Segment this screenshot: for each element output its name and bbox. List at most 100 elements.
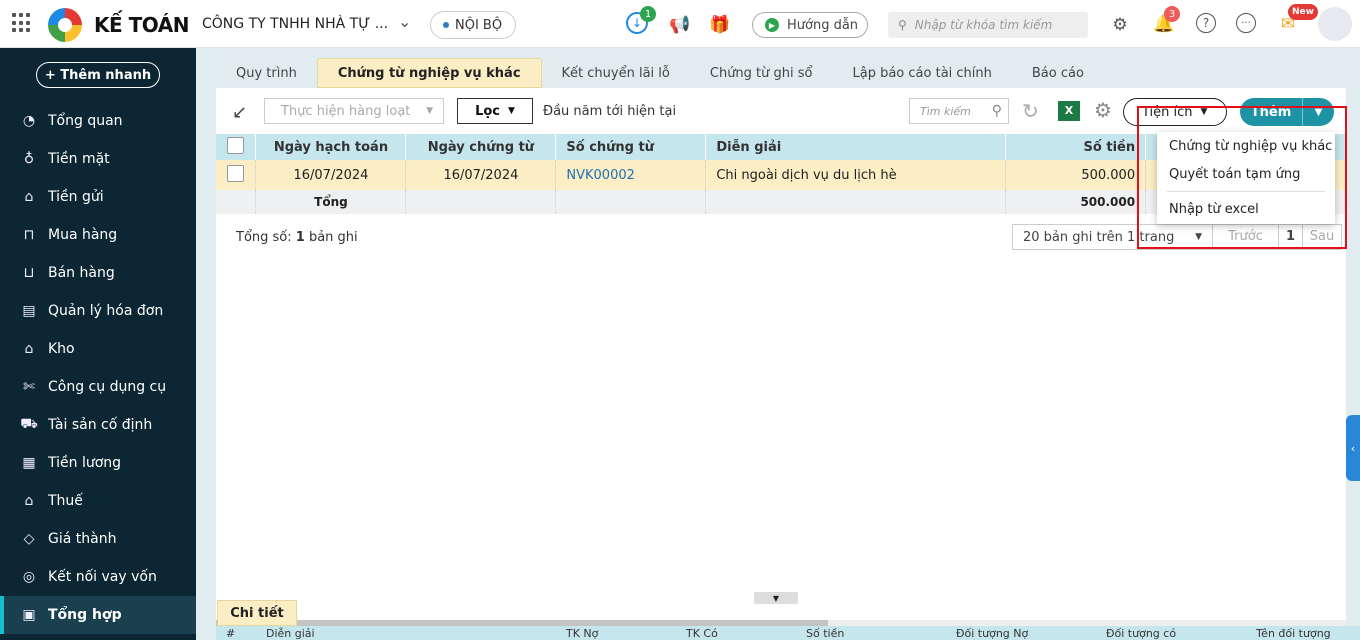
sidebar-item-10[interactable]: ⌂ Thuế xyxy=(0,482,196,520)
col-so-tien[interactable]: Số tiền xyxy=(1005,134,1147,160)
detail-col-6[interactable]: Đối tượng có xyxy=(1096,627,1246,640)
sidebar-item-label: Tài sản cố định xyxy=(48,417,153,433)
sidebar-item-label: Quản lý hóa đơn xyxy=(48,303,164,319)
tab-5[interactable]: Báo cáo xyxy=(1012,58,1104,88)
quick-add-button[interactable]: + Thêm nhanh xyxy=(36,62,160,88)
chevron-down-icon[interactable]: ⌄ xyxy=(398,12,411,31)
sidebar: + Thêm nhanh ◔ Tổng quan ♁ Tiền mặt ⌂ Tiền gử… xyxy=(0,48,196,640)
sidebar-item-label: Bán hàng xyxy=(48,265,115,281)
sidebar-item-label: Kho xyxy=(48,341,75,357)
detail-col-7[interactable]: Tên đối tượng xyxy=(1246,627,1356,640)
total-empty-cell xyxy=(216,190,257,214)
detail-table-header: # Diễn giải TK Nợ TK Có Số tiền Đối tượng Nợ Đ… xyxy=(216,626,1360,640)
dot-icon xyxy=(443,22,449,28)
detail-col-1[interactable]: Diễn giải xyxy=(256,627,556,640)
total-empty-cell xyxy=(555,190,707,214)
avatar[interactable] xyxy=(1318,7,1352,41)
excel-icon[interactable]: X xyxy=(1058,101,1080,121)
filter-button[interactable]: Lọc ▼ xyxy=(457,98,533,124)
refresh-icon[interactable]: ↻ xyxy=(1022,99,1039,123)
select-all-checkbox[interactable] xyxy=(227,136,245,154)
gear-icon[interactable]: ⚙ xyxy=(1108,13,1132,37)
col-ngay-chung-tu[interactable]: Ngày chứng từ xyxy=(405,134,557,160)
salary-icon: ▦ xyxy=(22,455,36,471)
scope-label: NỘI BỘ xyxy=(455,17,503,33)
detail-col-3[interactable]: TK Có xyxy=(676,627,796,640)
whats-new-button[interactable]: ✉ New xyxy=(1276,4,1318,36)
detail-col-2[interactable]: TK Nợ xyxy=(556,627,676,640)
cell-dien-giai: Chi ngoài dịch vụ du lịch hè xyxy=(705,160,1007,190)
guide-button[interactable]: ▶ Hướng dẫn xyxy=(752,12,868,38)
cell-ngay-chung-tu: 16/07/2024 xyxy=(405,160,557,190)
col-so-chung-tu[interactable]: Số chứng từ xyxy=(555,134,707,160)
top-bar: KẾ TOÁN CÔNG TY TNHH NHÀ TỰ ... ⌄ NỘI BỘ… xyxy=(0,0,1360,48)
sidebar-item-2[interactable]: ⌂ Tiền gửi xyxy=(0,178,196,216)
side-panel-toggle[interactable]: ‹ xyxy=(1346,415,1360,481)
sidebar-item-0[interactable]: ◔ Tổng quan xyxy=(0,102,196,140)
tab-2[interactable]: Kết chuyển lãi lỗ xyxy=(542,58,690,88)
sidebar-item-7[interactable]: ✄ Công cụ dụng cụ xyxy=(0,368,196,406)
total-empty-cell xyxy=(405,190,557,214)
sidebar-item-11[interactable]: ◇ Giá thành xyxy=(0,520,196,558)
col-dien-giai[interactable]: Diễn giải xyxy=(705,134,1007,160)
sidebar-item-3[interactable]: ⊓ Mua hàng xyxy=(0,216,196,254)
tab-4[interactable]: Lập báo cáo tài chính xyxy=(833,58,1012,88)
company-name[interactable]: CÔNG TY TNHH NHÀ TỰ ... xyxy=(202,16,388,32)
settings-icon[interactable]: ⚙ xyxy=(1094,98,1112,122)
total-value: 500.000 xyxy=(1005,190,1147,214)
notification-badge: 3 xyxy=(1164,6,1180,22)
shopping-bag-icon: ⊓ xyxy=(23,227,35,243)
detail-col-0[interactable]: # xyxy=(216,627,256,640)
record-count-suffix: bản ghi xyxy=(308,230,358,245)
module-tabs: Quy trình Chứng từ nghiệp vụ khác Kết chuy… xyxy=(216,58,1104,88)
megaphone-icon[interactable]: 📢 xyxy=(668,13,692,37)
row-checkbox[interactable] xyxy=(227,164,245,182)
total-label: Tổng xyxy=(255,190,407,214)
list-search-input[interactable]: Tìm kiếm ⚲ xyxy=(909,98,1009,124)
notification-button[interactable]: 🔔 3 xyxy=(1152,6,1180,36)
collapse-arrow-icon[interactable]: ↙ xyxy=(232,102,247,123)
caret-down-icon: ▼ xyxy=(508,106,515,116)
cell-so-tien: 500.000 xyxy=(1005,160,1147,190)
sidebar-item-4[interactable]: ⊔ Bán hàng xyxy=(0,254,196,292)
tab-0[interactable]: Quy trình xyxy=(216,58,317,88)
sidebar-item-9[interactable]: ▦ Tiền lương xyxy=(0,444,196,482)
record-count-prefix: Tổng số: xyxy=(236,230,292,245)
row-select-cell xyxy=(216,160,257,190)
gift-icon[interactable]: 🎁 xyxy=(708,13,732,37)
cell-so-chung-tu-link[interactable]: NVK00002 xyxy=(555,160,707,190)
filter-label: Lọc xyxy=(475,103,500,119)
cell-ngay-hach-toan: 16/07/2024 xyxy=(255,160,407,190)
dashboard-icon: ◔ xyxy=(22,113,36,129)
more-icon[interactable]: ··· xyxy=(1236,13,1256,33)
app-grid-icon[interactable] xyxy=(12,13,32,33)
sidebar-item-label: Giá thành xyxy=(48,531,117,547)
tab-detail[interactable]: Chi tiết xyxy=(217,600,297,626)
panel-splitter[interactable]: ▼ xyxy=(754,592,798,604)
sidebar-item-12[interactable]: ◎ Kết nối vay vốn xyxy=(0,558,196,596)
scope-selector[interactable]: NỘI BỘ xyxy=(430,11,516,39)
sidebar-item-1[interactable]: ♁ Tiền mặt xyxy=(0,140,196,178)
asset-icon: ⛟ xyxy=(20,416,38,432)
sidebar-item-label: Tiền mặt xyxy=(48,151,110,167)
sidebar-item-13[interactable]: ▣ Tổng hợp xyxy=(0,596,196,634)
play-icon: ▶ xyxy=(765,18,779,32)
invoice-icon: ▤ xyxy=(22,303,36,319)
sidebar-item-8[interactable]: ⛟ Tài sản cố định xyxy=(0,406,196,444)
loan-icon: ◎ xyxy=(22,569,36,585)
tab-1[interactable]: Chứng từ nghiệp vụ khác xyxy=(316,58,542,88)
sidebar-item-label: Công cụ dụng cụ xyxy=(48,379,167,395)
sidebar-item-6[interactable]: ⌂ Kho xyxy=(0,330,196,368)
sidebar-item-5[interactable]: ▤ Quản lý hóa đơn xyxy=(0,292,196,330)
tools-icon: ✄ xyxy=(23,379,35,395)
tab-3[interactable]: Chứng từ ghi sổ xyxy=(690,58,833,88)
col-ngay-hach-toan[interactable]: Ngày hạch toán xyxy=(255,134,407,160)
batch-action-select[interactable]: Thực hiện hàng loạt ▼ xyxy=(264,98,444,124)
global-search-input[interactable]: ⚲ Nhập từ khóa tìm kiếm xyxy=(888,12,1088,38)
period-label: Đầu năm tới hiện tại xyxy=(543,104,677,119)
sidebar-item-label: Tiền gửi xyxy=(48,189,104,205)
detail-col-5[interactable]: Đối tượng Nợ xyxy=(946,627,1096,640)
detail-col-4[interactable]: Số tiền xyxy=(796,627,946,640)
help-icon[interactable]: ? xyxy=(1196,13,1216,33)
download-button[interactable]: ↓ 1 xyxy=(626,6,656,34)
